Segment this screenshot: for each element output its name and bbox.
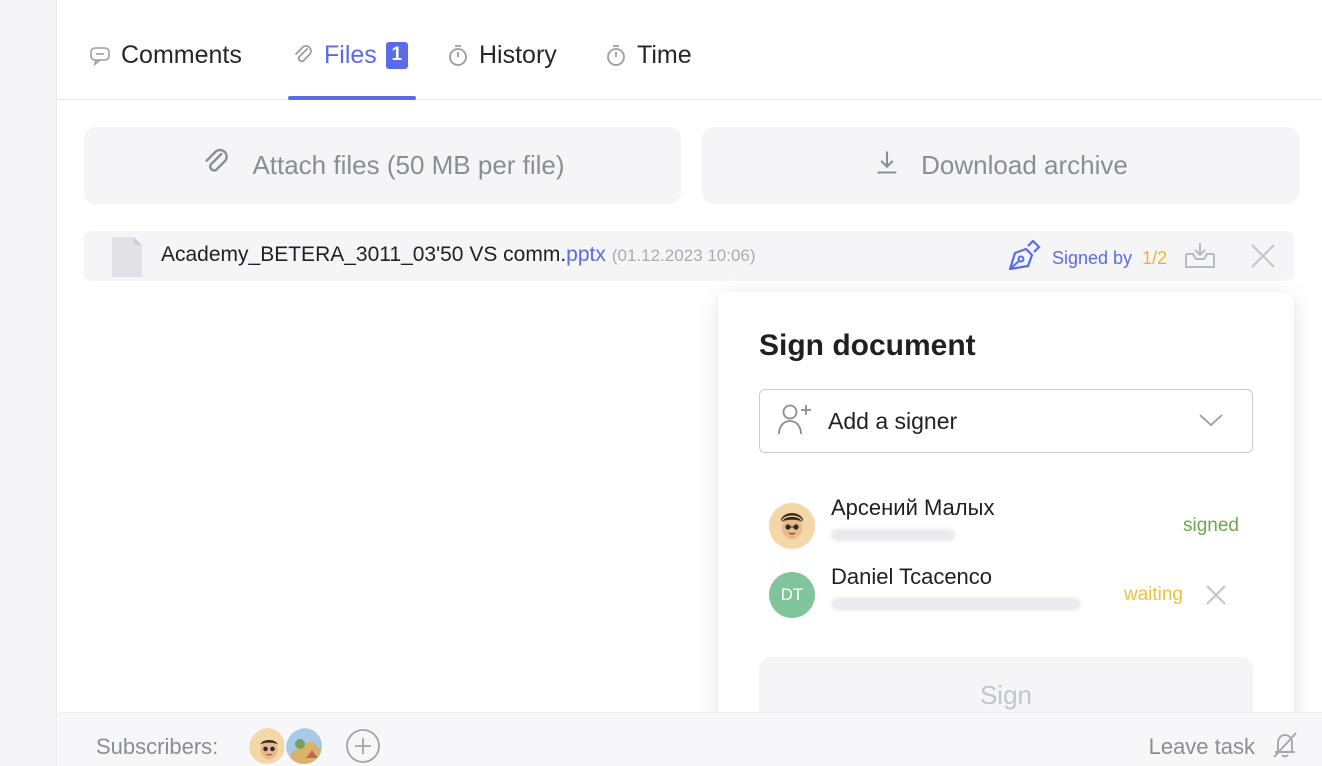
tab-history[interactable]: History [446, 38, 557, 72]
signer-email-redacted [831, 598, 1081, 610]
signed-by-button[interactable]: Signed by 1/2 [1006, 239, 1167, 278]
attach-files-label: Attach files (50 MB per file) [252, 150, 565, 180]
paperclip-icon [291, 43, 315, 67]
stopwatch-icon [446, 43, 470, 67]
download-icon [873, 148, 901, 183]
comment-icon [88, 43, 112, 67]
file-name[interactable]: Academy_BETERA_3011_03'50 VS comm.pptx (0… [161, 243, 756, 267]
signed-by-label: Signed by [1052, 248, 1133, 268]
tab-bar: Comments Files 1 History Time [58, 0, 1322, 100]
avatar [769, 503, 815, 549]
add-signer-placeholder: Add a signer [828, 407, 958, 434]
signer-row: Арсений Малых signed [769, 495, 1249, 555]
close-icon[interactable] [1250, 243, 1276, 274]
footer-bar: Subscribers: Leave task [58, 712, 1322, 766]
left-gutter [0, 0, 57, 766]
download-tray-icon[interactable] [1183, 242, 1217, 275]
avatar: DT [769, 572, 815, 618]
file-name-base: Academy_BETERA_3011_03'50 VS comm. [161, 243, 567, 266]
signer-status: waiting [1123, 584, 1183, 605]
signer-email-redacted [831, 529, 955, 541]
remove-signer-icon[interactable] [1205, 584, 1227, 611]
tab-time[interactable]: Time [604, 38, 692, 72]
leave-task-button[interactable]: Leave task [1149, 734, 1255, 760]
popup-title: Sign document [759, 329, 976, 362]
download-archive-label: Download archive [921, 150, 1128, 180]
tab-comments[interactable]: Comments [88, 38, 242, 72]
stopwatch-icon [604, 43, 628, 67]
file-extension: pptx [566, 243, 606, 266]
tab-label: Time [637, 40, 692, 69]
pen-sign-icon [1006, 239, 1042, 278]
tab-label: History [479, 40, 557, 69]
signer-name: Арсений Малых [831, 495, 995, 520]
file-row[interactable]: Academy_BETERA_3011_03'50 VS comm.pptx (0… [84, 231, 1294, 281]
add-user-icon [776, 402, 814, 441]
download-archive-button[interactable]: Download archive [702, 127, 1299, 204]
file-date: (01.12.2023 10:06) [611, 246, 756, 265]
task-panel: Comments Files 1 History Time Attach fil… [58, 0, 1322, 766]
avatar[interactable] [247, 726, 287, 766]
document-icon [110, 237, 144, 282]
signed-count: 1/2 [1142, 248, 1168, 268]
tab-label: Comments [121, 40, 242, 69]
bell-off-icon[interactable] [1270, 730, 1300, 765]
files-count-badge: 1 [385, 41, 408, 69]
add-subscriber-icon[interactable] [345, 728, 381, 766]
signer-status: signed [1183, 515, 1239, 536]
paperclip-icon [200, 146, 232, 185]
subscribers-label: Subscribers: [96, 734, 219, 759]
active-tab-indicator [288, 96, 416, 100]
sign-document-popup: Sign document Add a signer Арсений Малых… [718, 292, 1294, 766]
chevron-down-icon [1198, 412, 1224, 435]
tab-files[interactable]: Files 1 [291, 38, 408, 72]
add-signer-select[interactable]: Add a signer [759, 389, 1253, 453]
avatar[interactable] [284, 726, 324, 766]
signer-name: Daniel Tcacenco [831, 564, 993, 589]
attach-files-button[interactable]: Attach files (50 MB per file) [84, 127, 681, 204]
tab-label: Files [324, 40, 377, 69]
signer-row: DT Daniel Tcacenco waiting [769, 564, 1249, 624]
